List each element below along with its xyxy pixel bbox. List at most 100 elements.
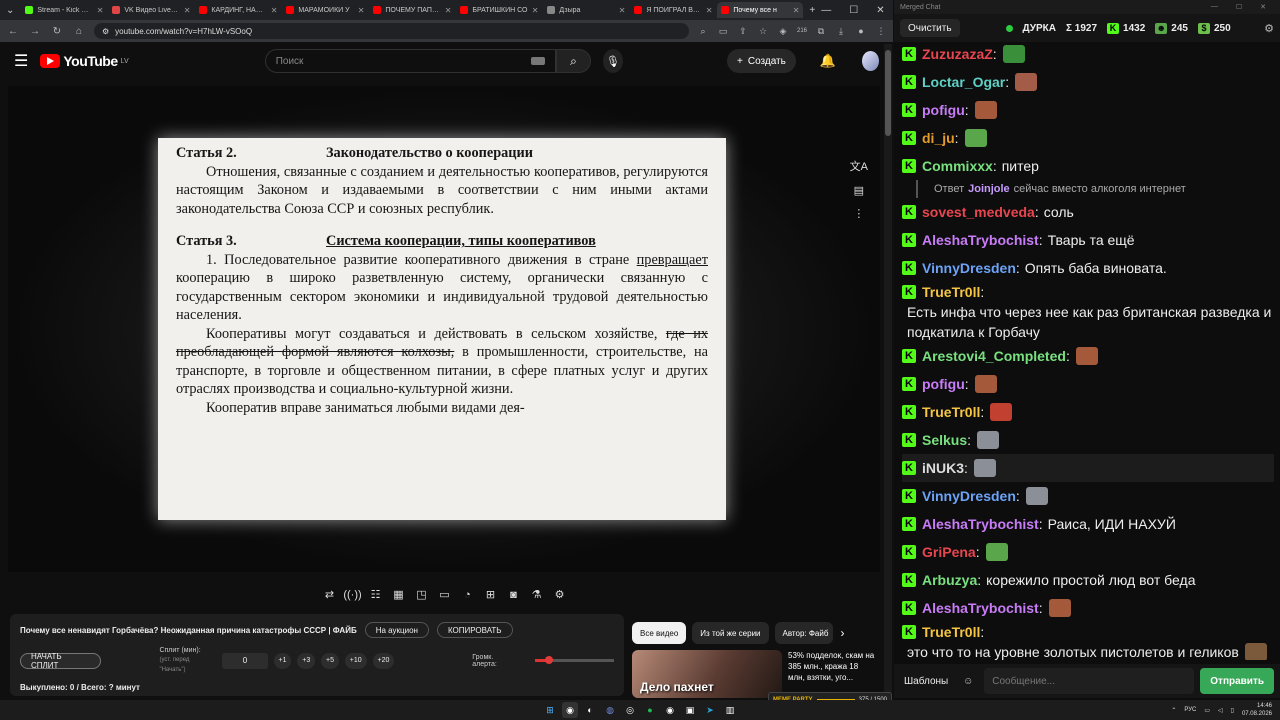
spotify-icon[interactable]: ●: [642, 702, 658, 718]
templates-button[interactable]: Шаблоны: [900, 676, 952, 687]
recommended-title[interactable]: 53% подделок, скам на 385 млн., кража 18…: [788, 650, 876, 698]
extensions-puzzle-icon[interactable]: ⧉: [815, 26, 827, 37]
chrome-icon[interactable]: ◉: [562, 702, 578, 718]
increment-5-button[interactable]: +5: [321, 652, 339, 669]
obs-icon[interactable]: ◉: [662, 702, 678, 718]
translate-icon[interactable]: 文A: [850, 158, 868, 174]
chat-maximize-icon[interactable]: ☐: [1236, 3, 1242, 11]
extension-badge[interactable]: 216: [797, 28, 807, 34]
loop-icon[interactable]: ⇄: [321, 586, 338, 603]
chat-username[interactable]: Arbuzya: [922, 570, 977, 590]
copy-button[interactable]: КОПИРОВАТЬ: [436, 622, 513, 638]
tab-close-icon[interactable]: ✕: [619, 6, 626, 15]
app-icon[interactable]: ◐: [582, 702, 598, 718]
telegram-icon[interactable]: ➤: [702, 702, 718, 718]
browser-tab[interactable]: ПОЧЕМУ ПАПА Т ✕: [369, 2, 455, 18]
chat-username[interactable]: di_ju: [922, 128, 955, 148]
picture-in-picture-icon[interactable]: ◳: [413, 586, 430, 603]
chat-username[interactable]: TrueTr0ll: [922, 282, 980, 302]
flask-icon[interactable]: ⚗: [528, 586, 545, 603]
chat-username[interactable]: TrueTr0ll: [922, 622, 980, 642]
network-icon[interactable]: ▭: [1204, 707, 1210, 714]
app3-icon[interactable]: ▥: [722, 702, 738, 718]
settings-gear-icon[interactable]: ⚙: [551, 586, 568, 603]
youtube-logo[interactable]: YouTube LV: [40, 53, 129, 69]
profile-icon[interactable]: ●: [855, 26, 867, 36]
chat-username[interactable]: AleshaTrybochist: [922, 598, 1039, 618]
chat-username[interactable]: Commixxx: [922, 156, 993, 176]
chip-all-videos[interactable]: Все видео: [632, 622, 687, 644]
browser-tab[interactable]: Я ПОИГРАЛ В WI ✕: [630, 2, 716, 18]
chat-username[interactable]: VinnyDresden: [922, 486, 1016, 506]
recommended-video[interactable]: Дело пахнет 53% подделок, скам на 385 мл…: [632, 650, 878, 698]
voice-search-button[interactable]: 🎙: [602, 49, 623, 73]
url-field[interactable]: ⚙ youtube.com/watch?v=H7hLW-vSOoQ: [94, 23, 689, 39]
chat-settings-icon[interactable]: ⚙: [1264, 22, 1274, 35]
increment-3-button[interactable]: +3: [297, 652, 316, 669]
chat-username[interactable]: sovest_medveda: [922, 202, 1035, 222]
video-player[interactable]: Статья 2. Законодательство о кооперации …: [8, 86, 880, 572]
chat-username[interactable]: AleshaTrybochist: [922, 514, 1039, 534]
share-icon[interactable]: ⇪: [737, 26, 749, 37]
keyboard-icon[interactable]: [531, 57, 546, 65]
volume-icon[interactable]: ◁: [1218, 707, 1223, 714]
back-icon[interactable]: ←: [6, 26, 20, 37]
auction-button[interactable]: На аукцион: [364, 622, 429, 638]
page-scrollbar[interactable]: [884, 44, 892, 694]
chat-username[interactable]: Arestovi4_Completed: [922, 346, 1066, 366]
extension-icon[interactable]: ◈: [777, 26, 789, 37]
menu-icon[interactable]: ⋮: [875, 26, 887, 37]
subtitles-icon[interactable]: ▤: [854, 184, 864, 197]
tray-chevron-icon[interactable]: ⌃: [1171, 707, 1176, 714]
discord-icon[interactable]: ◍: [602, 702, 618, 718]
clapper-icon[interactable]: ▦: [390, 586, 407, 603]
tab-search-icon[interactable]: ⌄: [0, 5, 20, 16]
language-indicator[interactable]: РУС: [1184, 707, 1196, 713]
site-info-icon[interactable]: ⚙: [102, 27, 109, 36]
home-icon[interactable]: ⌂: [72, 26, 86, 37]
chip-author[interactable]: Автор: Файб: [774, 622, 833, 644]
minimize-icon[interactable]: —: [821, 5, 831, 16]
clock[interactable]: 14:46 07.08.2026: [1242, 702, 1272, 718]
increment-1-button[interactable]: +1: [273, 652, 292, 669]
chat-minimize-icon[interactable]: —: [1211, 3, 1218, 11]
browser-tab[interactable]: МАРАМОЙКИ У ✕: [282, 2, 368, 18]
add-icon[interactable]: ⊞: [482, 586, 499, 603]
browser-tab[interactable]: Stream - Kick Das ✕: [21, 2, 107, 18]
volume-knob[interactable]: [545, 656, 554, 664]
chip-same-series[interactable]: Из той же серии: [692, 622, 769, 644]
chat-username[interactable]: TrueTr0ll: [922, 402, 980, 422]
rss-icon[interactable]: ☷: [367, 586, 384, 603]
increment-20-button[interactable]: +20: [372, 652, 395, 669]
battery-icon[interactable]: ▯: [1231, 707, 1234, 714]
new-tab-button[interactable]: +: [803, 5, 821, 16]
send-button[interactable]: Отправить: [1200, 668, 1274, 694]
tab-close-icon[interactable]: ✕: [445, 6, 452, 15]
menu-burger-icon[interactable]: ☰: [14, 51, 28, 71]
tab-close-icon[interactable]: ✕: [358, 6, 365, 15]
browser-tab[interactable]: БРАТИШКИН СО ✕: [456, 2, 542, 18]
tab-close-icon[interactable]: ✕: [793, 6, 800, 15]
chevron-right-icon[interactable]: ›: [841, 626, 845, 640]
speed-icon[interactable]: ◔: [459, 586, 476, 603]
close-icon[interactable]: ✕: [876, 5, 884, 16]
chat-username[interactable]: AleshaTrybochist: [922, 230, 1039, 250]
app2-icon[interactable]: ▣: [682, 702, 698, 718]
chat-username[interactable]: pofigu: [922, 100, 965, 120]
browser-tab[interactable]: Дзыра ✕: [543, 2, 629, 18]
clear-chat-button[interactable]: Очистить: [900, 19, 960, 37]
chat-username[interactable]: pofigu: [922, 374, 965, 394]
tab-close-icon[interactable]: ✕: [706, 6, 713, 15]
maximize-icon[interactable]: ☐: [849, 5, 858, 16]
download-icon[interactable]: ⤓: [835, 26, 847, 37]
chat-username[interactable]: ZuzuzazaZ: [922, 44, 993, 64]
tab-close-icon[interactable]: ✕: [271, 6, 278, 15]
screenshot-icon[interactable]: ◙: [505, 586, 522, 603]
browser-tab[interactable]: КАРДИНГ, НАКРУ ✕: [195, 2, 281, 18]
reload-icon[interactable]: ↻: [50, 26, 64, 37]
recommended-thumbnail[interactable]: Дело пахнет: [632, 650, 782, 698]
windows-start-icon[interactable]: ⊞: [542, 702, 558, 718]
chat-username[interactable]: VinnyDresden: [922, 258, 1016, 278]
scrollbar-thumb[interactable]: [885, 50, 891, 136]
chat-username[interactable]: Loctar_Ogar: [922, 72, 1005, 92]
